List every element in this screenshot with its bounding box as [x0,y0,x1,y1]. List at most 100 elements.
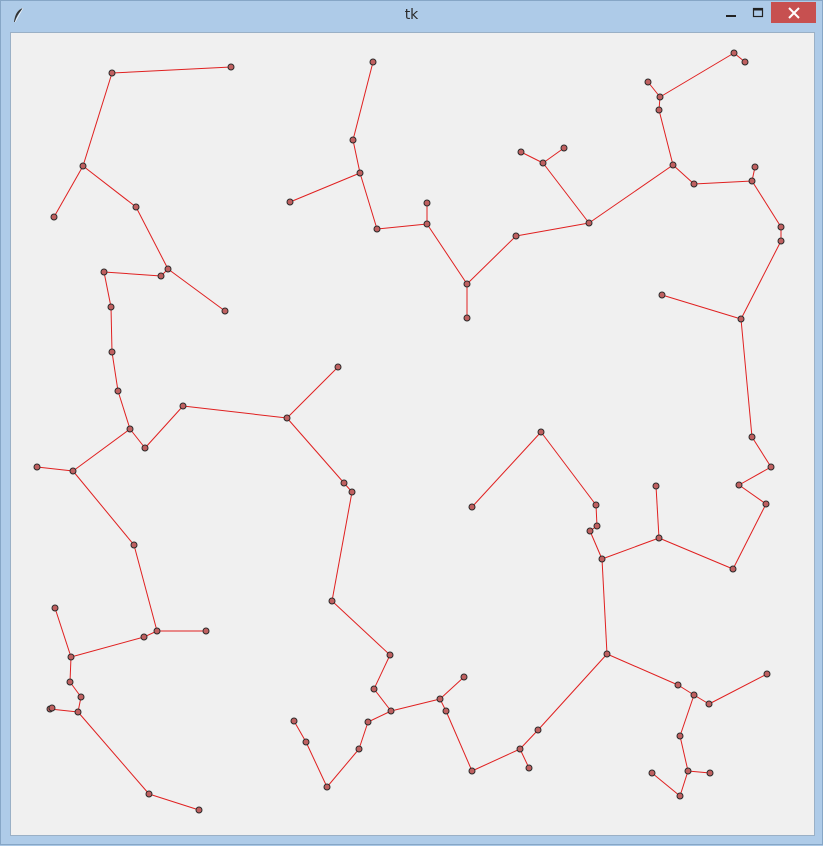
graph-edge [659,52,735,98]
graph-edge [72,428,131,472]
graph-node [652,482,660,490]
graph-node [140,633,148,641]
graph-node [684,767,692,775]
graph-edge [367,710,392,723]
graph-node [77,693,85,701]
graph-node [202,627,210,635]
graph-edge [471,748,521,772]
graph-node [730,49,738,57]
graph-edge [751,180,782,228]
graph-edge [53,165,84,218]
graph-edge [373,654,391,690]
graph-node [655,534,663,542]
graph-edge [740,318,753,438]
graph-node [468,767,476,775]
graph-node [534,726,542,734]
graph-edge [672,164,695,185]
graph-edge [708,673,768,705]
graph-node [355,745,363,753]
graph-node [676,732,684,740]
graph-node [729,565,737,573]
graph-edge [658,537,734,570]
graph-node [674,681,682,689]
graph-edge [589,530,603,560]
graph-edge [286,417,345,484]
graph-node [539,159,547,167]
graph-edge [167,268,226,312]
graph-edge [352,139,361,174]
graph-edge [331,600,391,656]
graph-node [648,769,656,777]
graph-edge [658,109,674,166]
graph-node [751,163,759,171]
graph-node [302,738,310,746]
graph-node [525,764,533,772]
graph-edge [466,235,517,285]
graph-node [468,503,476,511]
graph-node [66,678,74,686]
graph-node [100,268,108,276]
app-window: tk [0,0,823,845]
graph-node [386,651,394,659]
graph-edge [331,491,353,602]
graph-node [737,315,745,323]
graph-node [763,670,771,678]
graph-node [130,541,138,549]
graph-edge [651,772,681,797]
graph-node [126,425,134,433]
graph-edge [738,466,772,486]
graph-node [656,93,664,101]
graph-node [33,463,41,471]
graph-node [741,58,749,66]
graph-node [460,673,468,681]
graph-node [690,691,698,699]
graph-node [157,272,165,280]
graph-edge [519,729,539,750]
graph-node [108,348,116,356]
graph-node [286,198,294,206]
graph-node [748,433,756,441]
graph-node [153,627,161,635]
graph-node [585,219,593,227]
graph-node [145,790,153,798]
graph-edge [359,172,378,230]
graph-edge [103,271,162,277]
graph-node [349,136,357,144]
graph-node [108,69,116,77]
graph-edge [358,721,369,750]
graph-node [50,213,58,221]
graph-node [676,792,684,800]
graph-edge [82,165,137,208]
graph-node [690,180,698,188]
graph-node [373,225,381,233]
graph-node [655,106,663,114]
graph-edge [305,741,328,788]
graph-node [328,597,336,605]
graph-node [283,414,291,422]
graph-node [48,704,56,712]
graph-edge [148,793,200,811]
graph-node [195,806,203,814]
graph-edge [655,485,660,539]
graph-edge [542,147,565,164]
graph-node [423,220,431,228]
graph-edge [439,676,465,700]
graph-edge [286,366,339,419]
graph-edge [72,470,135,546]
graph-node [348,488,356,496]
graph-edge [70,636,145,658]
graph-node [423,199,431,207]
graph-edge [471,431,542,508]
graph-edge [135,206,169,270]
graph-node [603,650,611,658]
graph-edge [289,172,361,203]
graph-node [179,402,187,410]
graph-node [369,58,377,66]
graph-node [669,161,677,169]
graph-node [364,718,372,726]
graph-node [593,522,601,530]
graph-node [356,169,364,177]
graph-node [512,232,520,240]
graph-node [706,769,714,777]
graph-node [387,707,395,715]
